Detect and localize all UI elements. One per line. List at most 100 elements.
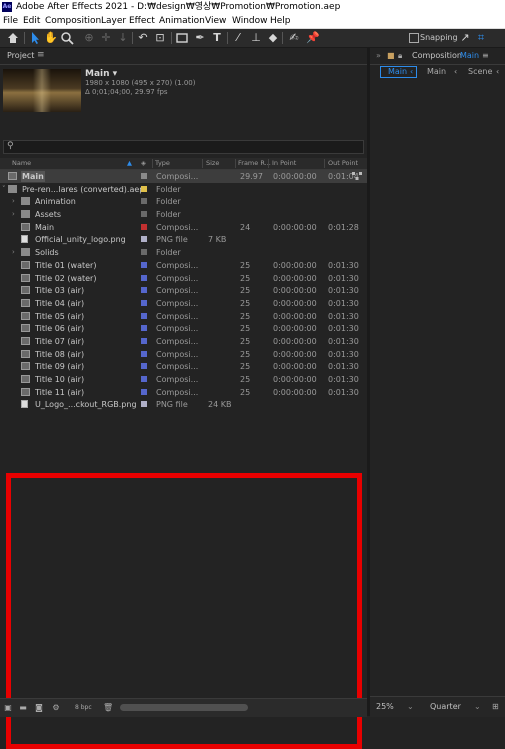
column-name[interactable]: Name xyxy=(12,159,31,167)
roto-brush-tool-icon[interactable]: ✍ xyxy=(287,31,301,45)
table-row[interactable]: Title 05 (air) Composi... 25 0:00:00:00 0:01… xyxy=(0,310,367,323)
home-icon[interactable] xyxy=(6,31,20,45)
project-search-input[interactable]: ⚲ xyxy=(3,140,364,154)
table-row[interactable]: Title 07 (air) Composi... 25 0:00:00:00 0:01… xyxy=(0,335,367,348)
chevron-down-icon[interactable]: ⌄ xyxy=(474,702,481,711)
menu-window[interactable]: Window xyxy=(232,15,268,27)
chevron-down-icon[interactable]: ⌄ xyxy=(407,702,414,711)
label-color-swatch[interactable] xyxy=(141,337,147,344)
expand-toggle-icon[interactable]: › xyxy=(12,196,15,207)
type-tool-icon[interactable]: T xyxy=(210,31,224,45)
composition-panel-title[interactable]: Composition xyxy=(412,51,462,60)
label-color-swatch[interactable] xyxy=(141,249,147,256)
bit-depth-button[interactable]: 8 bpc xyxy=(75,704,92,711)
pan-behind-tool-icon[interactable]: ⊡ xyxy=(153,31,167,45)
column-size[interactable]: Size xyxy=(206,159,219,167)
project-settings-icon[interactable]: ⚙ xyxy=(51,703,61,712)
resolution-dropdown[interactable]: Quarter xyxy=(430,702,461,711)
label-color-swatch[interactable] xyxy=(141,363,147,370)
table-row[interactable]: Title 04 (air) Composi... 25 0:00:00:00 0:01… xyxy=(0,297,367,310)
label-color-swatch[interactable] xyxy=(141,223,147,230)
clone-stamp-tool-icon[interactable]: ⊥ xyxy=(249,31,263,45)
table-row[interactable]: ˅ Pre-ren...lares (converted).aep Folder xyxy=(0,183,367,196)
tab-main-active[interactable]: Main xyxy=(388,67,407,76)
label-color-swatch[interactable] xyxy=(141,325,147,332)
table-row[interactable]: › Solids Folder xyxy=(0,246,367,259)
hand-tool-icon[interactable]: ✋ xyxy=(44,31,58,45)
column-frame-rate[interactable]: Frame R... xyxy=(238,159,271,167)
composition-panel-comp-name[interactable]: Main xyxy=(460,51,479,60)
column-type[interactable]: Type xyxy=(155,159,170,167)
label-color-swatch[interactable] xyxy=(141,401,147,408)
magnification-dropdown[interactable]: 25% xyxy=(376,702,394,711)
table-row[interactable]: Title 11 (air) Composi... 25 0:00:00:00 0:01… xyxy=(0,386,367,399)
trash-icon[interactable]: 🗑 xyxy=(103,703,113,712)
label-color-swatch[interactable] xyxy=(141,211,147,218)
label-color-swatch[interactable] xyxy=(141,173,147,179)
label-color-swatch[interactable] xyxy=(141,350,147,357)
selected-comp-name[interactable]: Main ▾ xyxy=(85,69,117,79)
eraser-tool-icon[interactable]: ◆ xyxy=(266,31,280,45)
fast-previews-icon[interactable]: ⊞ xyxy=(492,702,499,711)
table-row[interactable]: Title 01 (water) Composi... 25 0:00:00:00 0:… xyxy=(0,259,367,272)
expand-toggle-icon[interactable]: › xyxy=(12,247,15,258)
expand-toggle-icon[interactable]: › xyxy=(12,209,15,220)
menu-effect[interactable]: Effect xyxy=(129,15,155,27)
table-row[interactable]: U_Logo_...ckout_RGB.png PNG file 24 KB xyxy=(0,398,367,411)
label-color-swatch[interactable] xyxy=(141,198,147,205)
rotation-tool-icon[interactable]: ↶ xyxy=(136,31,150,45)
label-color-swatch[interactable] xyxy=(141,299,147,306)
flowchart-icon[interactable] xyxy=(352,172,362,180)
puppet-pin-tool-icon[interactable]: 📌 xyxy=(306,31,320,45)
tab-main[interactable]: Main xyxy=(427,67,446,76)
column-divider[interactable] xyxy=(202,159,203,168)
menu-composition[interactable]: Composition xyxy=(45,15,101,27)
label-color-swatch[interactable] xyxy=(141,274,147,281)
label-tag-icon[interactable]: ◈ xyxy=(141,159,146,167)
orbit-camera-icon[interactable]: ⊕ xyxy=(82,31,96,45)
table-row[interactable]: Title 10 (air) Composi... 25 0:00:00:00 0:01… xyxy=(0,373,367,386)
selection-tool-icon[interactable] xyxy=(28,31,42,45)
tab-scene[interactable]: Scene xyxy=(468,67,492,76)
brush-tool-icon[interactable]: ⁄ xyxy=(231,31,245,45)
table-row[interactable]: Main Composi... 24 0:00:00:00 0:01:28 xyxy=(0,221,367,234)
panel-menu-icon[interactable]: ≡ xyxy=(482,51,489,60)
snapping-checkbox[interactable] xyxy=(409,33,419,43)
menu-animation[interactable]: Animation xyxy=(159,15,205,27)
column-divider[interactable] xyxy=(324,159,325,168)
table-row[interactable]: Title 09 (air) Composi... 25 0:00:00:00 0:01… xyxy=(0,360,367,373)
snap-options-icon[interactable]: ↗ xyxy=(458,31,472,45)
menu-edit[interactable]: Edit xyxy=(23,15,40,27)
menu-file[interactable]: File xyxy=(3,15,18,27)
pan-camera-icon[interactable]: ✛ xyxy=(99,31,113,45)
table-row[interactable]: › Assets Folder xyxy=(0,208,367,221)
label-color-swatch[interactable] xyxy=(141,376,147,382)
menu-help[interactable]: Help xyxy=(270,15,291,27)
column-in-point[interactable]: In Point xyxy=(272,159,296,167)
table-row[interactable]: Title 03 (air) Composi... 25 0:00:00:00 0:01… xyxy=(0,284,367,297)
label-color-swatch[interactable] xyxy=(141,236,147,243)
table-row[interactable]: Title 02 (water) Composi... 25 0:00:00:00 0:… xyxy=(0,272,367,285)
new-composition-icon[interactable]: ◙ xyxy=(34,703,44,712)
dolly-camera-icon[interactable]: ↓ xyxy=(116,31,130,45)
expand-toggle-icon[interactable]: ˅ xyxy=(2,184,6,195)
table-row[interactable]: › Animation Folder xyxy=(0,195,367,208)
column-divider[interactable] xyxy=(235,159,236,168)
new-folder-icon[interactable]: ▬ xyxy=(18,703,28,712)
panel-expand-icon[interactable]: » xyxy=(376,51,381,60)
column-divider[interactable] xyxy=(268,159,269,168)
horizontal-scrollbar[interactable] xyxy=(120,704,248,711)
label-color-swatch[interactable] xyxy=(141,185,147,192)
table-row[interactable]: Main Composi... 29.97 0:00:00:00 0:01:04 xyxy=(0,170,367,183)
zoom-tool-icon[interactable] xyxy=(60,31,74,45)
snap-mode-icon[interactable]: ⌗ xyxy=(474,31,488,45)
label-color-swatch[interactable] xyxy=(141,312,147,319)
column-divider[interactable] xyxy=(152,159,153,168)
menu-layer[interactable]: Layer xyxy=(101,15,126,27)
column-out-point[interactable]: Out Point xyxy=(328,159,358,167)
label-color-swatch[interactable] xyxy=(141,388,147,395)
table-row[interactable]: Official_unity_logo.png PNG file 7 KB xyxy=(0,233,367,246)
table-row[interactable]: Title 06 (air) Composi... 25 0:00:00:00 0:01… xyxy=(0,322,367,335)
label-color-swatch[interactable] xyxy=(141,261,147,268)
label-color-swatch[interactable] xyxy=(141,287,147,294)
